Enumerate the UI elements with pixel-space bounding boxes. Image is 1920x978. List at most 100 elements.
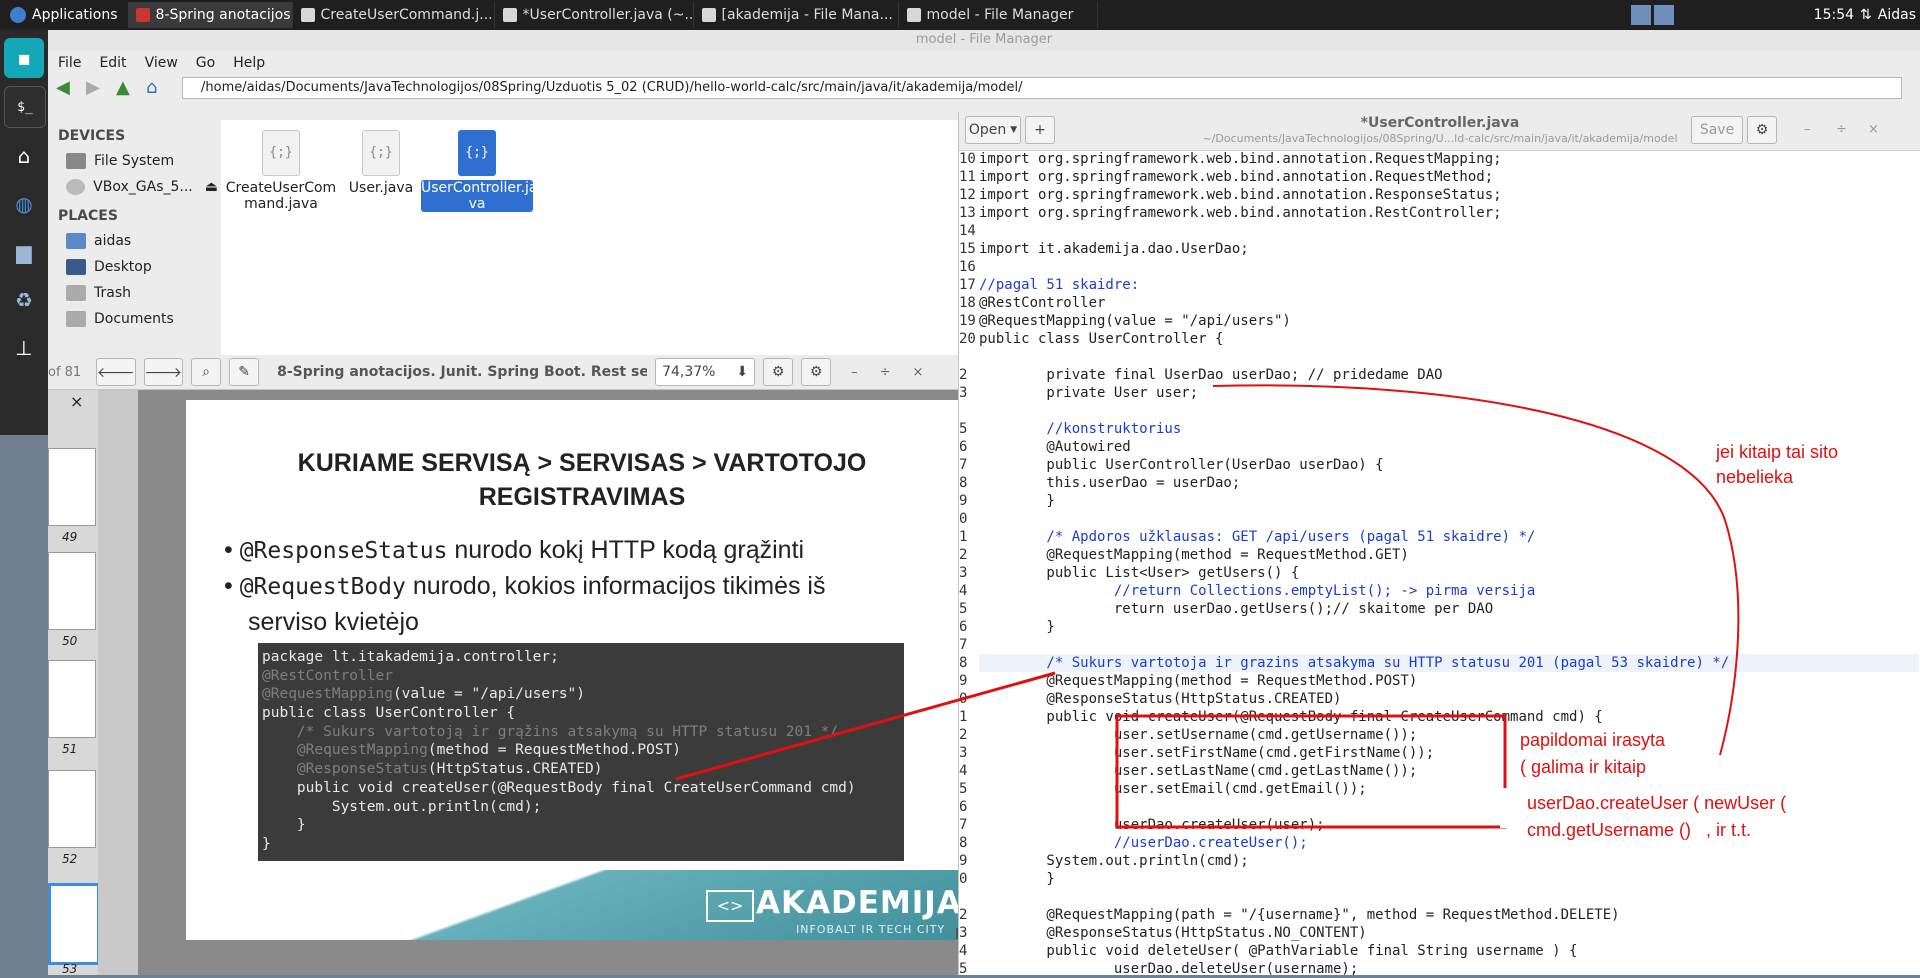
code-line[interactable]: } <box>979 618 1919 636</box>
next-page-button[interactable]: 🡒 <box>143 358 184 386</box>
code-line[interactable]: @RequestMapping(value = "/api/users") <box>979 312 1919 330</box>
task-usercontroller[interactable]: *UserController.java (~... <box>495 2 694 28</box>
task-pdf-viewer[interactable]: 8-Spring anotacijos. Jun... <box>127 2 293 28</box>
code-line[interactable]: @RestController <box>979 294 1919 312</box>
menu-go[interactable]: Go <box>196 55 215 71</box>
sidebar-item-aidas[interactable]: aidas <box>48 228 218 254</box>
maximize-icon[interactable]: ÷ <box>880 365 891 380</box>
code-line[interactable]: userDao.deleteUser(username); <box>979 960 1919 975</box>
thumbnail-51[interactable] <box>48 660 96 738</box>
code-line[interactable]: public class UserController { <box>979 330 1919 348</box>
code-line[interactable]: private final UserDao userDao; // prided… <box>979 366 1919 384</box>
code-line[interactable]: user.setFirstName(cmd.getFirstName()); <box>979 744 1919 762</box>
code-line[interactable]: @ResponseStatus(HttpStatus.NO_CONTENT) <box>979 924 1919 942</box>
up-icon[interactable]: ▲ <box>116 79 138 97</box>
maximize-icon[interactable]: ÷ <box>1836 122 1847 137</box>
code-line[interactable]: return userDao.getUsers();// skaitome pe… <box>979 600 1919 618</box>
pdf-tray-icon[interactable] <box>1630 5 1651 25</box>
code-line[interactable]: System.out.println(cmd); <box>979 852 1919 870</box>
clock[interactable]: 15:54 <box>1814 7 1854 23</box>
code-line[interactable]: private User user; <box>979 384 1919 402</box>
code-line[interactable]: public void createUser(@RequestBody fina… <box>979 708 1919 726</box>
thumbnail-50[interactable] <box>48 552 96 630</box>
forward-icon[interactable]: ▶ <box>86 79 108 97</box>
thumbnail-52[interactable] <box>48 770 96 848</box>
sidebar-close-icon[interactable]: × <box>70 392 83 411</box>
task-akademija-file-manager[interactable]: [akademija - File Mana... <box>694 2 899 28</box>
sidebar-splitter[interactable] <box>98 390 138 975</box>
code-line[interactable]: //return Collections.emptyList(); -> pir… <box>979 582 1919 600</box>
close-icon[interactable]: × <box>1868 122 1879 137</box>
code-line[interactable]: import org.springframework.web.bind.anno… <box>979 204 1919 222</box>
dock-item-home[interactable]: ⌂ <box>4 136 44 176</box>
code-line[interactable] <box>979 510 1919 528</box>
code-line[interactable]: @RequestMapping(path = "/{username}", me… <box>979 906 1919 924</box>
code-line[interactable]: /* Sukurs vartotoja ir grazins atsakyma … <box>979 654 1919 672</box>
dock-item-trash[interactable]: ♻ <box>4 280 44 320</box>
code-line[interactable]: @RequestMapping(method = RequestMethod.G… <box>979 546 1919 564</box>
sidebar-item-vbox[interactable]: VBox_GAs_5... ⏏ <box>48 174 218 200</box>
code-line[interactable] <box>979 348 1919 366</box>
close-icon[interactable]: × <box>913 365 924 380</box>
dock-item-files[interactable]: ▆ <box>4 232 44 272</box>
code-line[interactable]: } <box>979 492 1919 510</box>
editor-tray-icon[interactable] <box>1653 5 1674 25</box>
menu-edit[interactable]: Edit <box>99 55 126 71</box>
back-icon[interactable]: ◀ <box>56 79 78 97</box>
code-line[interactable]: user.setUsername(cmd.getUsername()); <box>979 726 1919 744</box>
note-line: papildomai irasyta <box>1520 730 1666 750</box>
code-line[interactable]: import org.springframework.web.bind.anno… <box>979 150 1919 168</box>
search-button[interactable]: ⌕ <box>191 358 222 386</box>
settings-button[interactable]: ⚙ <box>763 358 794 386</box>
code-line[interactable] <box>979 888 1919 906</box>
applications-menu[interactable]: Applications <box>0 0 128 30</box>
eject-icon[interactable]: ⏏ <box>205 179 218 195</box>
thumbnail-53[interactable] <box>48 883 100 965</box>
menu-button[interactable]: ⚙ <box>801 358 832 386</box>
menu-help[interactable]: Help <box>233 55 265 71</box>
thumbnail-49[interactable] <box>48 448 96 526</box>
dock-item-browser[interactable]: ◍ <box>4 184 44 224</box>
code-line[interactable]: public List<User> getUsers() { <box>979 564 1919 582</box>
code-line[interactable] <box>979 258 1919 276</box>
menu-view[interactable]: View <box>145 55 178 71</box>
code-line[interactable] <box>979 636 1919 654</box>
code-line[interactable]: import org.springframework.web.bind.anno… <box>979 168 1919 186</box>
code-line[interactable]: import it.akademija.dao.UserDao; <box>979 240 1919 258</box>
minimize-icon[interactable]: – <box>1804 122 1811 137</box>
task-model-file-manager[interactable]: model - File Manager <box>899 2 1098 28</box>
network-icon[interactable]: ⇅ <box>1860 7 1872 23</box>
dock-item-settings[interactable]: ⊥ <box>4 328 44 368</box>
user-name[interactable]: Aidas <box>1878 7 1916 23</box>
sidebar-item-desktop[interactable]: Desktop <box>48 254 218 280</box>
dock-item-terminal[interactable]: $_ <box>4 86 46 128</box>
file-usercontroller[interactable]: {;} UserController.ja va <box>421 130 537 212</box>
code-line[interactable] <box>979 402 1919 420</box>
task-createusercommand[interactable]: CreateUserCommand.j... <box>293 2 495 28</box>
sidebar-item-file-system[interactable]: File System <box>48 148 218 174</box>
code-line[interactable]: import org.springframework.web.bind.anno… <box>979 186 1919 204</box>
menu-file[interactable]: File <box>58 55 81 71</box>
code-line[interactable]: @ResponseStatus(HttpStatus.CREATED) <box>979 690 1919 708</box>
code-line[interactable] <box>979 222 1919 240</box>
prev-page-button[interactable]: 🡐 <box>96 358 136 386</box>
minimize-icon[interactable]: – <box>851 365 858 380</box>
sidebar-item-trash[interactable]: Trash <box>48 280 218 306</box>
dock-item-app[interactable]: ▪ <box>4 38 44 78</box>
code-line[interactable]: /* Apdoros užklausas: GET /api/users (pa… <box>979 528 1919 546</box>
code-area[interactable]: import org.springframework.web.bind.anno… <box>979 150 1919 975</box>
code-line[interactable]: user.setLastName(cmd.getLastName()); <box>979 762 1919 780</box>
editor-menu-button[interactable]: ⚙ <box>1747 116 1777 144</box>
save-button[interactable]: Save <box>1691 116 1743 144</box>
code-line[interactable]: } <box>979 870 1919 888</box>
home-icon[interactable]: ⌂ <box>146 79 168 97</box>
code-line[interactable]: public void deleteUser( @PathVariable fi… <box>979 942 1919 960</box>
sidebar-item-documents[interactable]: Documents <box>48 306 218 332</box>
sidebar-item-label: Desktop <box>94 259 152 275</box>
code-line[interactable]: //pagal 51 skaidre: <box>979 276 1919 294</box>
location-bar[interactable]: /home/aidas/Documents/JavaTechnologijos/… <box>182 77 1902 99</box>
code-line[interactable]: //konstruktorius <box>979 420 1919 438</box>
zoom-select[interactable]: 74,37% ⬇ <box>655 358 756 386</box>
code-line[interactable]: @RequestMapping(method = RequestMethod.P… <box>979 672 1919 690</box>
annotate-button[interactable]: ✎ <box>229 358 260 386</box>
